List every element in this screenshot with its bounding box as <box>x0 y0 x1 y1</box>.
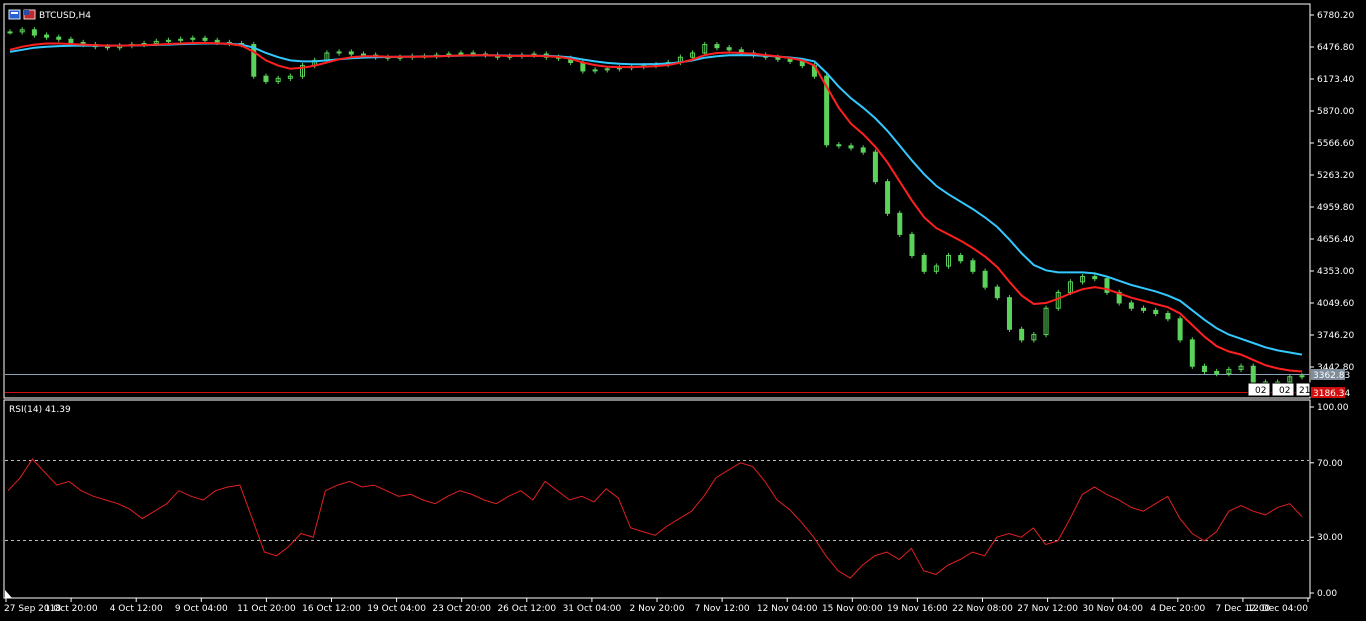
candle-body <box>1201 365 1207 373</box>
rsi-tick-label: 100.00 <box>1317 403 1349 413</box>
candle-body <box>787 58 793 62</box>
candle-body <box>1165 313 1171 320</box>
chart-canvas: 6780.20 6476.80 6173.40 5870.00 5566.60 5263.… <box>0 0 1366 621</box>
time-tick-label: 15 Nov 00:00 <box>822 604 883 614</box>
candle-body <box>1006 297 1012 330</box>
time-tick-label: 23 Oct 20:00 <box>432 604 491 614</box>
candle-body <box>1153 309 1159 315</box>
time-tick-label: 12 Dec 04:00 <box>1247 604 1308 614</box>
price-tick-label: 5566.60 <box>1317 139 1354 149</box>
candle-body <box>848 145 854 149</box>
candle-body <box>1128 302 1134 309</box>
time-tick-label: 7 Nov 12:00 <box>695 604 750 614</box>
time-tick-label: 31 Oct 04:00 <box>563 604 622 614</box>
candle-body <box>726 47 732 51</box>
time-tick-label: 16 Oct 12:00 <box>302 604 361 614</box>
price-tick-label: 4959.80 <box>1317 203 1354 213</box>
candle-body <box>897 212 903 235</box>
time-tick-label: 19 Oct 04:00 <box>367 604 426 614</box>
candle-body <box>1141 307 1147 311</box>
time-tick-label: 27 Nov 12:00 <box>1017 604 1078 614</box>
scale-badge-3-text: 21 <box>1299 386 1310 396</box>
price-tick-label: 6476.80 <box>1317 43 1354 53</box>
scale-badge-1-text: 02 <box>1255 386 1266 396</box>
candle-body <box>872 151 878 183</box>
rsi-tick-label: 30.00 <box>1317 533 1343 543</box>
candle-body <box>470 52 476 55</box>
price-tick-label: 4353.00 <box>1317 267 1354 277</box>
candle-body <box>1177 318 1183 341</box>
time-tick-label: 12 Nov 04:00 <box>757 604 818 614</box>
time-tick-label: 30 Nov 04:00 <box>1082 604 1143 614</box>
candle-body <box>958 254 964 262</box>
time-tick-label: 26 Oct 12:00 <box>497 604 556 614</box>
price-tick-label: 4049.60 <box>1317 299 1354 309</box>
symbol-flag-icon-canton <box>24 10 29 15</box>
candle-body <box>994 286 1000 299</box>
chart-background <box>0 0 1366 621</box>
chart-window-icon[interactable] <box>8 9 21 20</box>
candle-body <box>56 36 62 40</box>
price-tick-label: 4656.40 <box>1317 235 1354 245</box>
candle-body <box>105 46 111 49</box>
candle-body <box>921 254 927 272</box>
candle-body <box>714 44 720 49</box>
candle-body <box>836 144 842 147</box>
chart-window-icon-bar <box>11 12 18 14</box>
price-tick-label: 6780.20 <box>1317 11 1354 21</box>
rsi-tick-label: 70.00 <box>1317 459 1343 469</box>
candle-body <box>360 53 366 56</box>
candle-body <box>909 233 915 256</box>
candle-body <box>885 181 891 214</box>
candle-body <box>202 37 208 41</box>
candle-body <box>1214 371 1220 375</box>
time-tick-label: 4 Oct 12:00 <box>110 604 163 614</box>
candle-body <box>860 147 866 153</box>
symbol-title: BTCUSD,H4 <box>39 11 91 21</box>
time-tick-label: 11 Oct 20:00 <box>237 604 296 614</box>
rsi-tick-label: 0.00 <box>1317 589 1337 599</box>
candle-body <box>44 34 50 38</box>
candle-body <box>348 51 354 55</box>
candle-body <box>1250 365 1256 383</box>
candle-body <box>1019 328 1025 341</box>
price-tick-label: 5870.00 <box>1317 107 1354 117</box>
time-tick-label: 22 Nov 08:00 <box>952 604 1013 614</box>
time-tick-label: 9 Oct 04:00 <box>175 604 228 614</box>
price-tick-label: 6173.40 <box>1317 75 1354 85</box>
candle-body <box>7 31 13 34</box>
candle-body <box>214 39 220 43</box>
candle-body <box>68 38 74 43</box>
candle-body <box>31 29 37 36</box>
time-tick-label: 19 Nov 16:00 <box>887 604 948 614</box>
candle-body <box>970 260 976 272</box>
candle-body <box>1189 339 1195 367</box>
bid-price-badge-text: 3362.83 <box>1313 371 1350 381</box>
candle-body <box>1092 276 1098 280</box>
rsi-title: RSI(14) 41.39 <box>9 405 71 415</box>
low-price-badge-text: 3186.34 <box>1313 389 1350 399</box>
time-tick-label: 1 Oct 20:00 <box>45 604 98 614</box>
candle-body <box>263 75 269 82</box>
time-tick-label: 4 Dec 20:00 <box>1150 604 1205 614</box>
candle-body <box>982 270 988 288</box>
time-tick-label: 2 Nov 20:00 <box>630 604 685 614</box>
price-tick-label: 3746.20 <box>1317 331 1354 341</box>
scale-badge-2-text: 02 <box>1279 386 1290 396</box>
price-tick-label: 5263.20 <box>1317 171 1354 181</box>
